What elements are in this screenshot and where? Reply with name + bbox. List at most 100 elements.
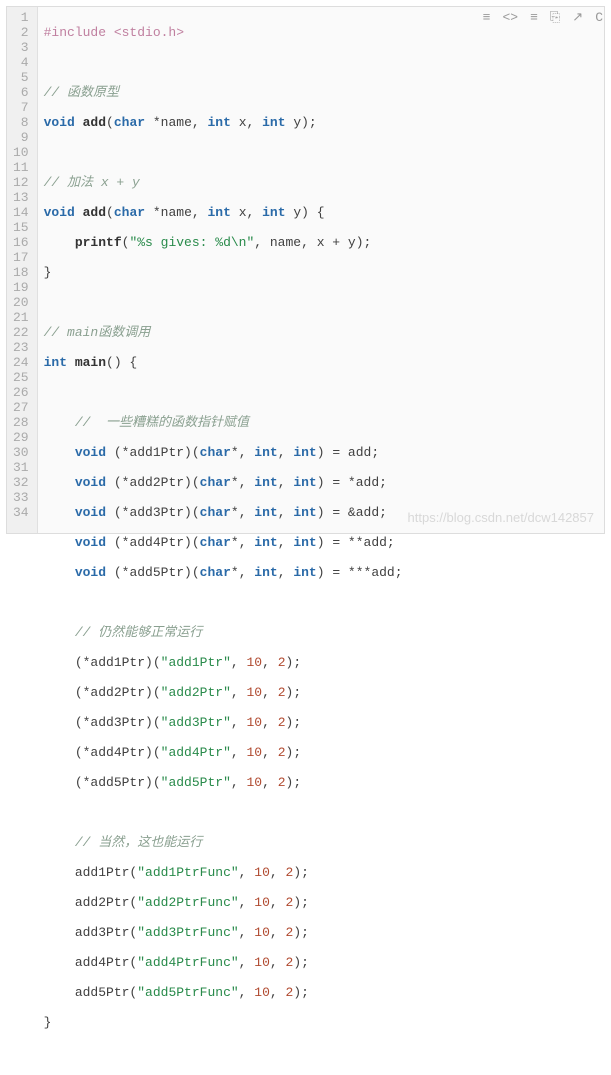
type: int bbox=[254, 445, 277, 460]
type: int bbox=[254, 535, 277, 550]
text: , bbox=[262, 745, 278, 760]
text: ) = *add; bbox=[317, 475, 387, 490]
line-number: 10 bbox=[13, 145, 29, 160]
text: ( bbox=[106, 205, 114, 220]
function-name: main bbox=[67, 355, 106, 370]
comment: // 函数原型 bbox=[44, 85, 119, 100]
line-number: 7 bbox=[13, 100, 29, 115]
line-number: 33 bbox=[13, 490, 29, 505]
type: char bbox=[200, 505, 231, 520]
line-number: 18 bbox=[13, 265, 29, 280]
text: x, bbox=[231, 115, 262, 130]
text: (*add3Ptr)( bbox=[75, 715, 161, 730]
number: 2 bbox=[278, 745, 286, 760]
indent bbox=[44, 925, 75, 940]
indent bbox=[44, 955, 75, 970]
line-number: 31 bbox=[13, 460, 29, 475]
text: , bbox=[270, 865, 286, 880]
line-number: 12 bbox=[13, 175, 29, 190]
string: "add1Ptr" bbox=[161, 655, 231, 670]
text: , bbox=[231, 745, 247, 760]
indent bbox=[44, 655, 75, 670]
number: 10 bbox=[254, 985, 270, 1000]
text: , bbox=[270, 985, 286, 1000]
type: char bbox=[200, 535, 231, 550]
text: ) = ***add; bbox=[317, 565, 403, 580]
line-number: 23 bbox=[13, 340, 29, 355]
string: "add5PtrFunc" bbox=[137, 985, 238, 1000]
number: 2 bbox=[286, 985, 294, 1000]
number: 10 bbox=[246, 715, 262, 730]
string: "%s gives: %d\n" bbox=[129, 235, 254, 250]
string: "add2PtrFunc" bbox=[137, 895, 238, 910]
number: 10 bbox=[246, 745, 262, 760]
line-number: 8 bbox=[13, 115, 29, 130]
keyword: void bbox=[44, 115, 75, 130]
line-number: 9 bbox=[13, 130, 29, 145]
text: , bbox=[278, 505, 294, 520]
text: *, bbox=[231, 475, 254, 490]
text: (*add5Ptr)( bbox=[106, 565, 200, 580]
line-number: 17 bbox=[13, 250, 29, 265]
text: (*add5Ptr)( bbox=[75, 775, 161, 790]
indent bbox=[44, 895, 75, 910]
indent bbox=[44, 445, 75, 460]
text: , bbox=[239, 895, 255, 910]
type: char bbox=[114, 205, 145, 220]
code-area[interactable]: #include <stdio.h> // 函数原型 void add(char… bbox=[38, 7, 604, 533]
indent bbox=[44, 475, 75, 490]
text: , bbox=[270, 955, 286, 970]
line-number: 27 bbox=[13, 400, 29, 415]
text: add2Ptr( bbox=[75, 895, 137, 910]
string: "add4PtrFunc" bbox=[137, 955, 238, 970]
text: add5Ptr( bbox=[75, 985, 137, 1000]
type: int bbox=[254, 505, 277, 520]
indent bbox=[44, 235, 75, 250]
number: 10 bbox=[254, 895, 270, 910]
number: 2 bbox=[278, 685, 286, 700]
number: 10 bbox=[246, 655, 262, 670]
text: , bbox=[239, 925, 255, 940]
comment: // 仍然能够正常运行 bbox=[44, 625, 203, 640]
indent bbox=[44, 715, 75, 730]
keyword: void bbox=[44, 205, 75, 220]
brace: } bbox=[44, 1015, 52, 1030]
type: int bbox=[44, 355, 67, 370]
type: char bbox=[114, 115, 145, 130]
comment: // 一些糟糕的函数指针赋值 bbox=[44, 415, 249, 430]
indent bbox=[44, 745, 75, 760]
text: *name, bbox=[145, 205, 207, 220]
text: , bbox=[239, 955, 255, 970]
text: add4Ptr( bbox=[75, 955, 137, 970]
number: 2 bbox=[278, 775, 286, 790]
text: (*add1Ptr)( bbox=[106, 445, 200, 460]
indent bbox=[44, 865, 75, 880]
number: 2 bbox=[286, 895, 294, 910]
number: 2 bbox=[278, 715, 286, 730]
line-number: 14 bbox=[13, 205, 29, 220]
line-number: 30 bbox=[13, 445, 29, 460]
indent bbox=[44, 775, 75, 790]
number: 10 bbox=[246, 775, 262, 790]
text: , bbox=[262, 715, 278, 730]
text: , name, x + y); bbox=[254, 235, 371, 250]
type: int bbox=[293, 565, 316, 580]
number: 2 bbox=[278, 655, 286, 670]
type: int bbox=[262, 115, 285, 130]
text: ); bbox=[286, 655, 302, 670]
comment: // 加法 x + y bbox=[44, 175, 140, 190]
number: 2 bbox=[286, 925, 294, 940]
text: *, bbox=[231, 445, 254, 460]
text: , bbox=[262, 685, 278, 700]
line-number: 11 bbox=[13, 160, 29, 175]
text: ) = add; bbox=[317, 445, 379, 460]
text: ); bbox=[286, 775, 302, 790]
line-number: 29 bbox=[13, 430, 29, 445]
line-number: 6 bbox=[13, 85, 29, 100]
number: 10 bbox=[246, 685, 262, 700]
text: (*add2Ptr)( bbox=[106, 475, 200, 490]
number: 10 bbox=[254, 925, 270, 940]
line-number: 21 bbox=[13, 310, 29, 325]
text: ); bbox=[293, 895, 309, 910]
text: ); bbox=[286, 685, 302, 700]
